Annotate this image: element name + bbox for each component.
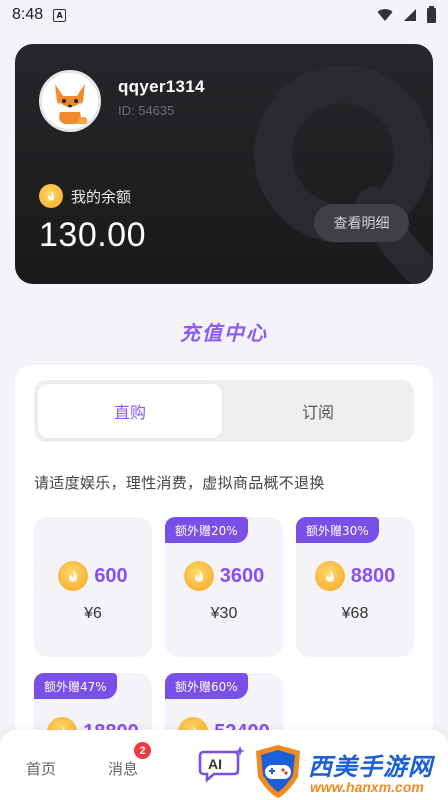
site-name: 西美手游网 bbox=[308, 753, 433, 781]
package-card[interactable]: 600 ¥6 bbox=[34, 517, 152, 657]
bonus-badge: 额外赠60% bbox=[165, 673, 248, 699]
profile-card: qqyer1314 ID: 54635 我的余额 130.00 查看明细 bbox=[15, 44, 433, 284]
recharge-panel: 直购 订阅 请适度娱乐，理性消费，虚拟商品概不退换 600 ¥6 额外赠20% … bbox=[15, 365, 433, 800]
card-watermark-icon bbox=[254, 65, 433, 284]
coin-icon bbox=[183, 561, 214, 591]
balance-value: 130.00 bbox=[39, 216, 146, 254]
ai-icon[interactable]: AI bbox=[198, 744, 246, 784]
svg-text:AI: AI bbox=[208, 756, 222, 772]
balance-label: 我的余额 bbox=[71, 187, 132, 206]
user-id: ID: 54635 bbox=[118, 103, 175, 118]
purchase-tabs: 直购 订阅 bbox=[34, 380, 414, 442]
purchase-notice: 请适度娱乐，理性消费，虚拟商品概不退换 bbox=[34, 474, 325, 492]
bonus-badge: 额外赠20% bbox=[165, 517, 248, 543]
wifi-icon bbox=[377, 9, 393, 21]
package-price: ¥6 bbox=[84, 605, 102, 622]
app-notification-icon: A bbox=[53, 8, 67, 22]
coin-icon bbox=[39, 184, 63, 208]
signal-icon bbox=[404, 9, 416, 21]
package-amount: 600 bbox=[94, 564, 128, 587]
messages-badge: 2 bbox=[134, 742, 151, 759]
balance-label-row: 我的余额 bbox=[39, 184, 131, 208]
battery-icon bbox=[427, 5, 436, 23]
fox-avatar bbox=[55, 84, 88, 124]
status-time: 8:48 bbox=[12, 6, 44, 23]
status-bar: 8:48 A bbox=[0, 0, 448, 30]
coin-icon bbox=[58, 561, 89, 591]
bonus-badge: 额外赠47% bbox=[34, 673, 117, 699]
package-amount: 3600 bbox=[219, 564, 265, 587]
username: qqyer1314 bbox=[118, 77, 205, 96]
coin-icon bbox=[314, 561, 345, 591]
section-title: 充值中心 bbox=[180, 321, 268, 345]
nav-messages[interactable]: 消息 bbox=[108, 758, 138, 779]
package-card[interactable]: 额外赠30% 8800 ¥68 bbox=[296, 517, 414, 657]
tab-direct-purchase[interactable]: 直购 bbox=[38, 384, 222, 438]
status-icons bbox=[377, 5, 436, 23]
site-watermark: 西美手游网 www.hanxm.com bbox=[252, 743, 448, 800]
view-details-button[interactable]: 查看明细 bbox=[314, 204, 409, 242]
site-url: www.hanxm.com bbox=[310, 779, 424, 795]
avatar[interactable] bbox=[39, 70, 101, 132]
package-price: ¥30 bbox=[210, 605, 238, 622]
package-price: ¥68 bbox=[341, 605, 369, 622]
bonus-badge: 额外赠30% bbox=[296, 517, 379, 543]
nav-home[interactable]: 首页 bbox=[26, 758, 56, 779]
gamepad-logo-icon bbox=[256, 745, 300, 798]
package-amount: 8800 bbox=[350, 564, 396, 587]
tab-subscription[interactable]: 订阅 bbox=[226, 384, 410, 438]
package-card[interactable]: 额外赠20% 3600 ¥30 bbox=[165, 517, 283, 657]
